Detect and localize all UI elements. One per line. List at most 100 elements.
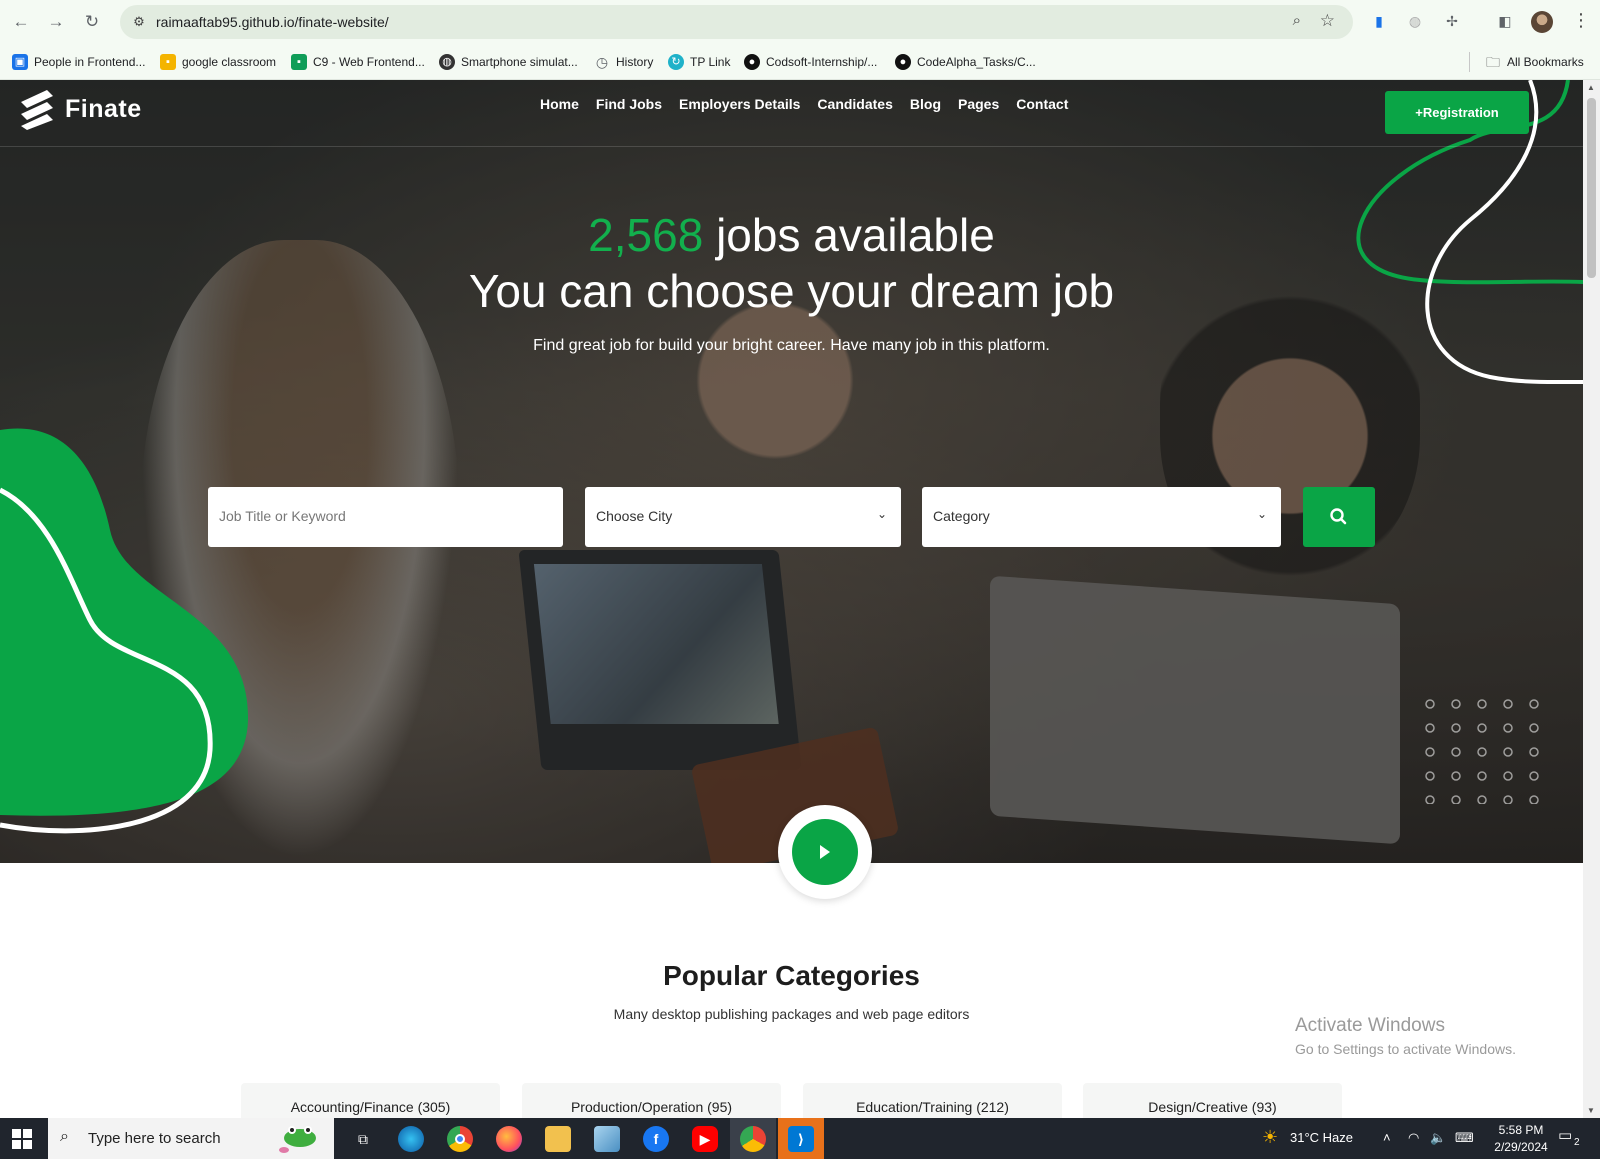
hero-tagline: You can choose your dream job [468, 265, 1115, 317]
extension-icon[interactable]: ◍ [1404, 10, 1426, 32]
bookmark-item[interactable]: ● CodeAlpha_Tasks/C... [895, 53, 1036, 71]
windows-start-icon[interactable] [12, 1129, 32, 1149]
search-highlight-frog-icon [279, 1126, 316, 1153]
play-icon [820, 845, 830, 859]
city-select-value: Choose City [596, 508, 673, 524]
side-panel-icon[interactable]: ◧ [1494, 10, 1516, 32]
page-viewport: Finate Home Find Jobs Employers Details … [0, 80, 1583, 1118]
category-card[interactable]: Accounting/Finance (305) [241, 1083, 500, 1118]
nav-contact[interactable]: Contact [1016, 96, 1068, 112]
bookmark-label: Smartphone simulat... [461, 55, 578, 69]
bookmark-item[interactable]: ● Codsoft-Internship/... [744, 53, 877, 71]
main-nav: Home Find Jobs Employers Details Candida… [540, 96, 1085, 112]
file-explorer-icon[interactable] [545, 1126, 571, 1152]
categories-title: Popular Categories [663, 960, 920, 991]
bookmark-item[interactable]: ▪ C9 - Web Frontend... [291, 53, 425, 71]
weather-text[interactable]: 31°C Haze [1290, 1130, 1353, 1145]
taskbar-search-box[interactable]: ⌕ Type here to search [48, 1118, 334, 1159]
back-icon[interactable]: ← [9, 10, 33, 34]
hero-headline: 2,568 jobs available [0, 208, 1583, 262]
facebook-icon[interactable]: f [643, 1126, 669, 1152]
task-view-icon[interactable]: ⧉ [350, 1126, 376, 1152]
clock-date: 2/29/2024 [1494, 1140, 1548, 1154]
chrome-icon[interactable] [447, 1126, 473, 1152]
registration-button[interactable]: +Registration [1385, 91, 1529, 134]
keyword-input[interactable]: Job Title or Keyword [208, 487, 563, 547]
bookmark-item[interactable]: ↻ TP Link [668, 53, 730, 71]
zoom-icon[interactable]: ⌕ [1293, 12, 1301, 29]
site-logo[interactable]: Finate [17, 88, 142, 130]
category-card[interactable]: Production/Operation (95) [522, 1083, 781, 1118]
firefox-icon[interactable] [496, 1126, 522, 1152]
activate-title: Activate Windows [1295, 1015, 1445, 1036]
edge-icon[interactable] [398, 1126, 424, 1152]
header-divider [0, 146, 1583, 147]
notification-icon[interactable]: ▭ [1558, 1126, 1572, 1144]
scroll-down-icon[interactable]: ▼ [1587, 1106, 1595, 1115]
forward-icon[interactable]: → [44, 10, 68, 34]
search-button[interactable] [1303, 487, 1375, 547]
chrome-profile-icon[interactable] [740, 1126, 766, 1152]
city-select[interactable]: Choose City ⌄ [585, 487, 901, 547]
profile-avatar[interactable] [1531, 11, 1553, 33]
brand-name: Finate [65, 94, 142, 123]
browser-toolbar: ← → ↻ ⚙ raimaaftab95.github.io/finate-we… [0, 0, 1600, 44]
site-info-icon[interactable]: ⚙ [130, 13, 148, 31]
search-icon [1330, 508, 1347, 525]
search-icon: ⌕ [60, 1128, 69, 1145]
nav-employers-details[interactable]: Employers Details [679, 96, 800, 112]
weather-icon[interactable]: ☀ [1262, 1127, 1278, 1148]
bookmark-label: History [616, 55, 654, 69]
all-bookmarks[interactable]: 🗀 All Bookmarks [1485, 53, 1584, 71]
hero-subtitle: Find great job for build your bright car… [533, 337, 1050, 354]
contact-card-icon: ▣ [12, 54, 28, 70]
scrollbar-thumb[interactable] [1587, 98, 1596, 278]
volume-icon[interactable]: 🔈 [1430, 1130, 1446, 1146]
category-select-value: Category [933, 508, 990, 524]
bookmark-item[interactable]: ▪ google classroom [160, 53, 276, 71]
category-card[interactable]: Design/Creative (93) [1083, 1083, 1342, 1118]
vscode-icon[interactable]: ⟩ [788, 1126, 814, 1152]
translate-extension-icon[interactable]: ▮ [1368, 10, 1390, 32]
bookmark-label: CodeAlpha_Tasks/C... [917, 55, 1036, 69]
category-label: Design/Creative (93) [1148, 1099, 1277, 1115]
category-label: Education/Training (212) [856, 1099, 1009, 1115]
nav-home[interactable]: Home [540, 96, 579, 112]
tplink-icon: ↻ [668, 54, 684, 70]
youtube-icon[interactable]: ▶ [692, 1126, 718, 1152]
nav-candidates[interactable]: Candidates [817, 96, 892, 112]
bookmark-item[interactable]: ◍ Smartphone simulat... [439, 53, 578, 71]
github-icon: ● [744, 54, 760, 70]
category-label: Accounting/Finance (305) [290, 1099, 451, 1115]
globe-icon: ◍ [439, 54, 455, 70]
hero-section: Finate Home Find Jobs Employers Details … [0, 80, 1583, 863]
bookmark-star-icon[interactable]: ☆ [1320, 11, 1335, 31]
bookmark-label: C9 - Web Frontend... [313, 55, 425, 69]
system-clock[interactable]: 5:58 PM 2/29/2024 [1490, 1122, 1552, 1156]
puzzle-icon[interactable]: ✢ [1441, 10, 1463, 32]
address-bar[interactable]: ⚙ raimaaftab95.github.io/finate-website/… [120, 5, 1353, 39]
nav-pages[interactable]: Pages [958, 96, 999, 112]
history-icon: ◷ [595, 54, 609, 70]
category-select[interactable]: Category ⌄ [922, 487, 1281, 547]
reload-icon[interactable]: ↻ [80, 10, 104, 34]
chevron-down-icon: ⌄ [1256, 507, 1267, 521]
bookmark-item[interactable]: ▣ People in Frontend... [12, 53, 145, 71]
category-card[interactable]: Education/Training (212) [803, 1083, 1062, 1118]
wifi-icon[interactable]: ◠ [1408, 1130, 1419, 1146]
finate-logo-icon [21, 90, 53, 130]
green-blob-shape [0, 428, 249, 834]
url-text[interactable]: raimaaftab95.github.io/finate-website/ [156, 14, 389, 30]
nav-blog[interactable]: Blog [910, 96, 941, 112]
scroll-up-icon[interactable]: ▲ [1587, 83, 1595, 92]
bookmark-label: google classroom [182, 55, 277, 69]
chevron-up-icon[interactable]: ˄ [1383, 1130, 1391, 1145]
play-video-button[interactable] [792, 819, 858, 885]
bookmark-item[interactable]: ◷ History [594, 53, 653, 71]
keyboard-icon[interactable]: ⌨ [1455, 1130, 1474, 1146]
notepad-icon[interactable] [594, 1126, 620, 1152]
all-bookmarks-label: All Bookmarks [1507, 55, 1584, 69]
page-scrollbar[interactable]: ▲ ▼ [1583, 80, 1600, 1118]
menu-dots-icon[interactable]: ⋮ [1572, 10, 1590, 31]
nav-find-jobs[interactable]: Find Jobs [596, 96, 662, 112]
